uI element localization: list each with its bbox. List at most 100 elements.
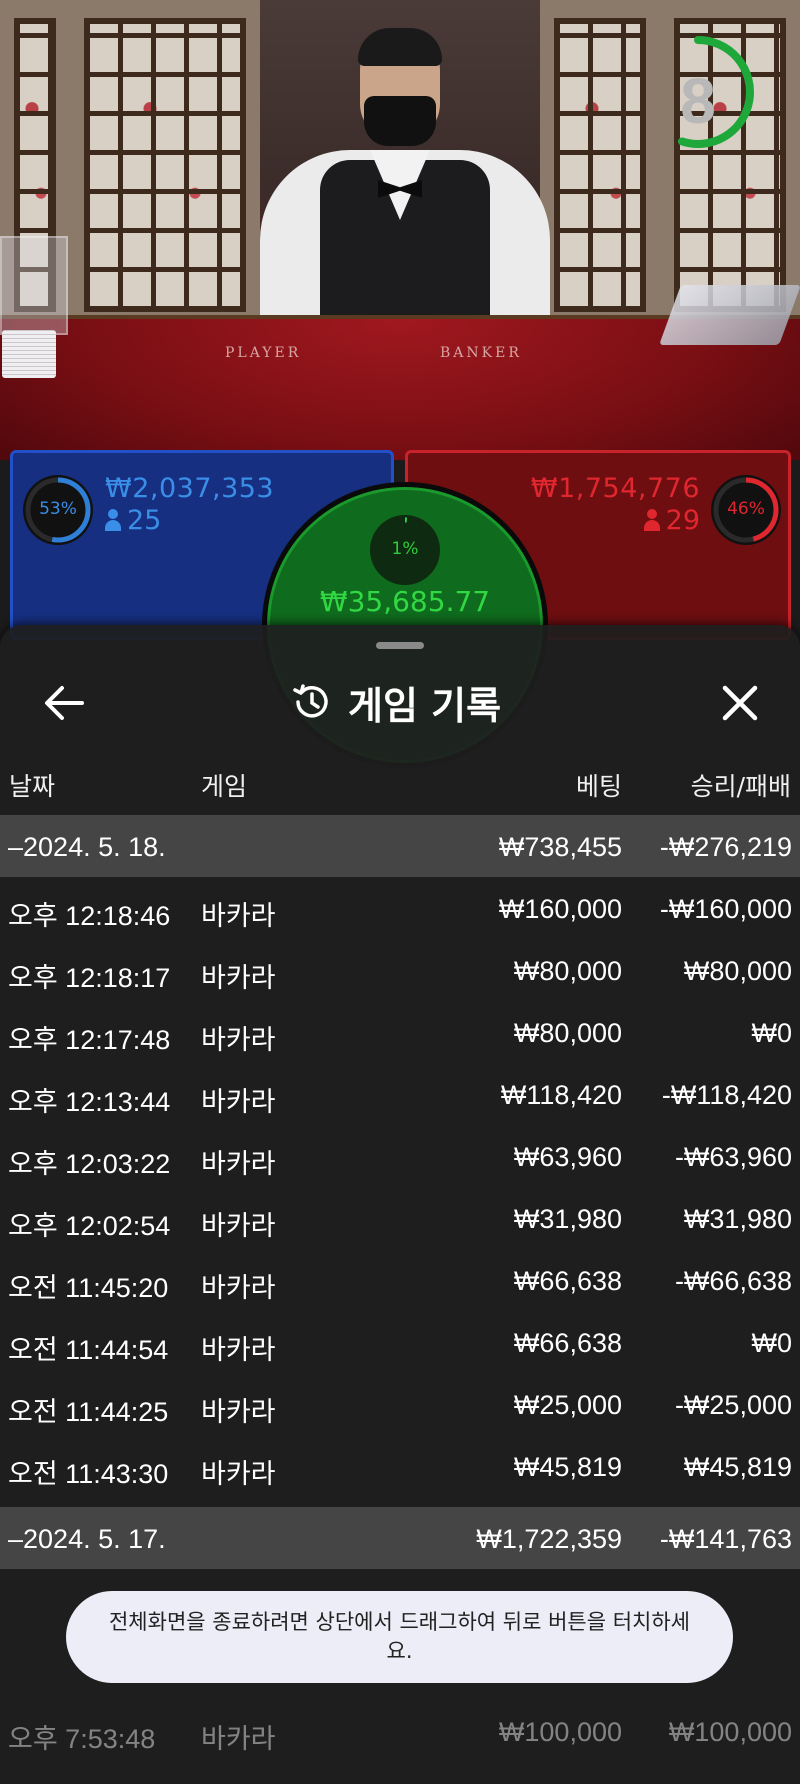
history-row[interactable]: 오후 12:17:48 바카라 ₩80,000 ₩0	[0, 1001, 800, 1063]
column-header-date: 날짜	[9, 772, 56, 801]
row-time: 오후 12:03:22	[8, 1149, 171, 1179]
sheet-title-text: 게임 기록	[348, 683, 502, 728]
row-game: 바카라	[201, 1149, 276, 1179]
history-row[interactable]: 오후 12:03:22 바카라 ₩63,960 -₩63,960	[0, 1125, 800, 1187]
group-total-bet: ₩738,455	[498, 832, 622, 862]
row-bet: ₩80,000	[513, 1018, 622, 1048]
live-video: PLAYER BANKER 8	[0, 0, 800, 460]
row-result: -₩118,420	[661, 1080, 792, 1110]
row-time: 오후 12:18:17	[8, 963, 171, 993]
toast-message: 전체화면을 종료하려면 상단에서 드래그하여 뒤로 버튼을 터치하세요.	[108, 1610, 690, 1663]
row-time: 오후 12:02:54	[8, 1211, 171, 1241]
row-result: -₩66,638	[674, 1266, 792, 1296]
tie-percent: 1%	[391, 539, 419, 559]
column-header-bet: 베팅	[575, 772, 622, 801]
back-button[interactable]	[34, 673, 94, 733]
table-label-player: PLAYER	[225, 345, 302, 361]
history-row[interactable]: 오전 11:44:25 바카라 ₩25,000 -₩25,000	[0, 1373, 800, 1435]
fullscreen-exit-toast: 전체화면을 종료하려면 상단에서 드래그하여 뒤로 버튼을 터치하세요.	[66, 1591, 733, 1683]
row-game: 바카라	[201, 1397, 276, 1427]
row-game: 바카라	[201, 901, 276, 931]
history-row[interactable]: 오전 11:44:54 바카라 ₩66,638 ₩0	[0, 1311, 800, 1373]
drag-handle[interactable]	[376, 642, 424, 649]
row-bet: ₩25,000	[513, 1390, 622, 1420]
card-shoe	[659, 285, 800, 345]
row-game: 바카라	[201, 1087, 276, 1117]
dealer	[260, 28, 550, 360]
person-icon	[643, 509, 660, 531]
row-game: 바카라	[201, 1211, 276, 1241]
banker-bettor-count: 29	[665, 505, 700, 536]
column-header-result: 승리/패배	[690, 772, 791, 801]
countdown-timer: 8	[658, 30, 768, 180]
banker-total-amount: ₩1,754,776	[530, 473, 700, 504]
group-total-bet: ₩1,722,359	[476, 1524, 622, 1554]
column-header-game: 게임	[201, 772, 248, 801]
row-game: 바카라	[201, 1025, 276, 1055]
player-bettor-count-wrap: 25	[105, 505, 161, 536]
row-time: 오전 11:43:30	[8, 1459, 169, 1489]
lattice-screen-left-center	[70, 0, 260, 330]
row-bet: ₩66,638	[513, 1266, 622, 1296]
history-row[interactable]: 오후 12:13:44 바카라 ₩118,420 -₩118,420	[0, 1063, 800, 1125]
row-result: ₩31,980	[683, 1204, 792, 1234]
banker-percent-ring: 46%	[711, 475, 781, 545]
lattice-screen-right-center	[540, 0, 660, 330]
row-bet: ₩80,000	[513, 956, 622, 986]
row-time: 오후 7:53:48	[8, 1724, 156, 1754]
row-result: -₩63,960	[674, 1142, 792, 1172]
group-date: –2024. 5. 17.	[8, 1524, 166, 1554]
row-result: ₩0	[751, 1328, 793, 1358]
banker-percent: 46%	[727, 499, 765, 519]
row-game: 바카라	[201, 1273, 276, 1303]
date-group-row[interactable]: –2024. 5. 18. ₩738,455 -₩276,219	[0, 815, 800, 877]
row-time: 오전 11:45:20	[8, 1273, 169, 1303]
history-row[interactable]: 오후 12:18:17 바카라 ₩80,000 ₩80,000	[0, 939, 800, 1001]
row-result: ₩80,000	[683, 956, 792, 986]
date-group-row[interactable]: –2024. 5. 17. ₩1,722,359 -₩141,763	[0, 1507, 800, 1569]
card-stack	[2, 330, 56, 378]
history-row[interactable]: 오후 7:53:48 바카라 ₩100,000 ₩100,000	[0, 1700, 800, 1762]
row-bet: ₩100,000	[498, 1717, 622, 1747]
row-game: 바카라	[201, 963, 276, 993]
arrow-left-icon	[45, 686, 84, 720]
row-result: ₩0	[751, 1018, 793, 1048]
row-result: ₩100,000	[668, 1717, 792, 1747]
player-total-amount: ₩2,037,353	[105, 473, 275, 504]
group-date: –2024. 5. 18.	[8, 832, 166, 862]
row-result: -₩160,000	[659, 894, 792, 924]
row-game: 바카라	[201, 1459, 276, 1489]
row-bet: ₩118,420	[500, 1080, 622, 1110]
person-icon	[105, 509, 121, 531]
group-total-result: -₩276,219	[659, 832, 792, 862]
sheet-title: 게임 기록	[290, 667, 501, 737]
banker-bettor-count-wrap: 29	[643, 505, 700, 536]
row-result: ₩45,819	[683, 1452, 792, 1482]
history-row[interactable]: 오전 11:43:30 바카라 ₩45,819 ₩45,819	[0, 1435, 800, 1497]
group-total-result: -₩141,763	[659, 1524, 792, 1554]
player-percent-ring: 53%	[23, 475, 93, 545]
row-bet: ₩66,638	[513, 1328, 622, 1358]
history-row[interactable]: 오후 12:18:46 바카라 ₩160,000 -₩160,000	[0, 877, 800, 939]
tie-total-amount: ₩35,685.77	[319, 585, 491, 618]
card-tray	[0, 236, 68, 335]
row-time: 오후 12:13:44	[8, 1087, 171, 1117]
player-percent: 53%	[39, 499, 77, 519]
row-time: 오후 12:18:46	[8, 901, 171, 931]
countdown-number: 8	[680, 65, 716, 137]
history-row[interactable]: 오전 11:45:20 바카라 ₩66,638 -₩66,638	[0, 1249, 800, 1311]
row-time: 오후 12:17:48	[8, 1025, 171, 1055]
player-bettor-count: 25	[127, 505, 162, 536]
row-game: 바카라	[201, 1335, 276, 1365]
close-button[interactable]	[710, 673, 770, 733]
row-bet: ₩45,819	[513, 1452, 622, 1482]
close-icon	[722, 685, 758, 721]
history-icon	[293, 684, 328, 718]
row-game: 바카라	[201, 1724, 276, 1754]
row-result: -₩25,000	[674, 1390, 792, 1420]
table-label-banker: BANKER	[440, 345, 522, 361]
history-row[interactable]: 오후 12:02:54 바카라 ₩31,980 ₩31,980	[0, 1187, 800, 1249]
row-time: 오전 11:44:25	[8, 1397, 169, 1427]
row-bet: ₩31,980	[513, 1204, 622, 1234]
row-bet: ₩63,960	[513, 1142, 622, 1172]
